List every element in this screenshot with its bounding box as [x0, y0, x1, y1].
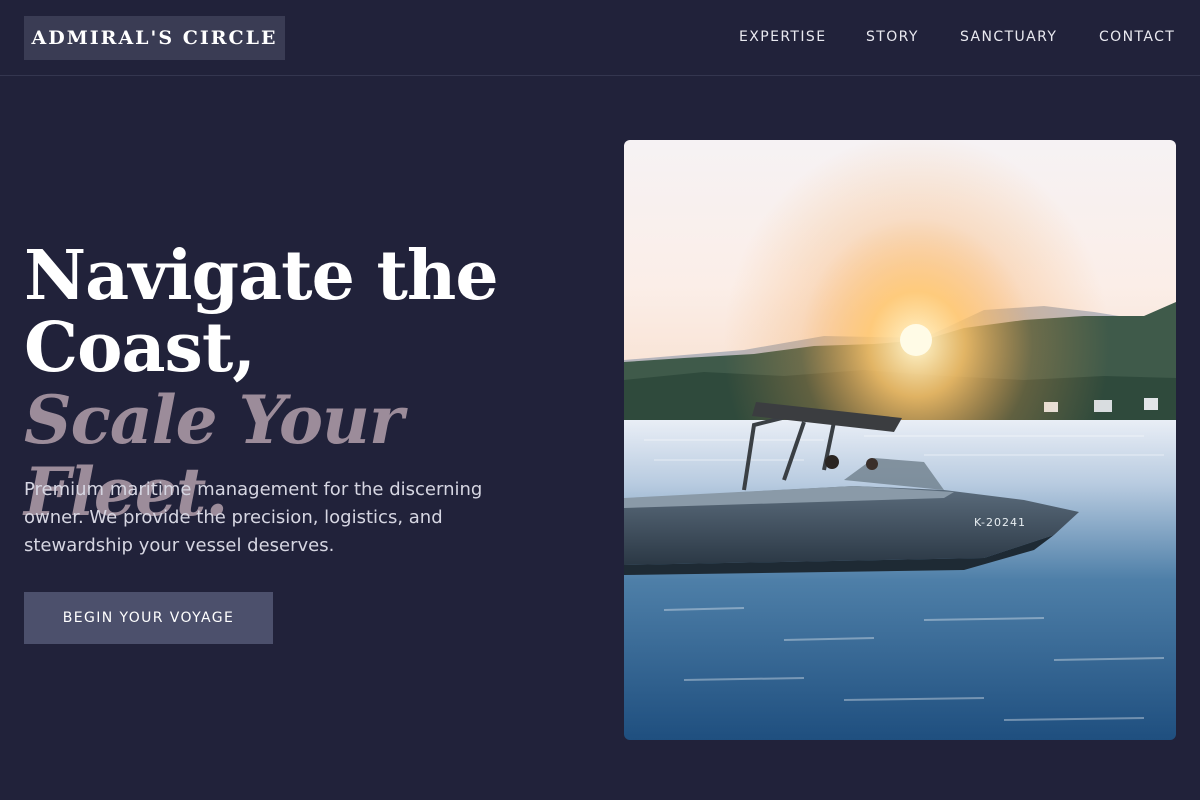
nav-item-expertise[interactable]: EXPERTISE	[739, 27, 826, 47]
nav-item-story[interactable]: STORY	[866, 27, 919, 47]
hull-registration: K-20241	[974, 516, 1026, 529]
nav-item-sanctuary[interactable]: SANCTUARY	[960, 27, 1057, 47]
hero-description: Premium maritime management for the disc…	[24, 479, 483, 556]
hero-title-line1: Navigate the	[24, 236, 499, 316]
main-nav: EXPERTISE STORY SANCTUARY CONTACT	[0, 27, 1200, 47]
hero-boat-image: K-20241	[624, 140, 1176, 740]
site-header: ADMIRAL'S CIRCLE EXPERTISE STORY SANCTUA…	[0, 0, 1200, 76]
hero-title-line2: Coast,	[24, 308, 256, 388]
begin-voyage-button[interactable]: BEGIN YOUR VOYAGE	[24, 592, 273, 644]
nav-item-contact[interactable]: CONTACT	[1099, 27, 1175, 47]
